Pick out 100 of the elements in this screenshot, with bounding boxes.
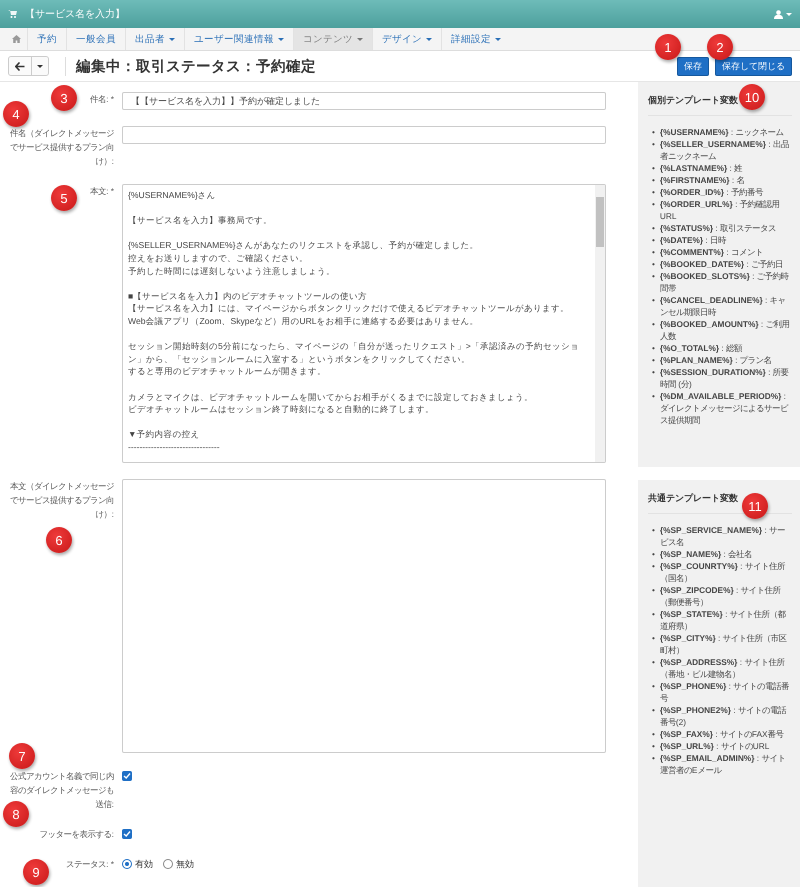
bullet: • [652, 560, 655, 573]
variable-item: {%PLAN_NAME%} : プラン名 [660, 354, 772, 366]
bullet: • [652, 584, 655, 597]
variable-item: {%SP_EMAIL_ADMIN%} : サイト運営者のEメール [660, 752, 786, 776]
text-line: Web会議アプリ（Zoom、Skypeなど）用のURLをお相手に連絡する必要はありません。 [128, 314, 480, 328]
text-area[interactable] [122, 184, 606, 463]
variable-item: {%SP_URL%} : サイトのURL [660, 740, 770, 752]
bullet: • [652, 138, 655, 151]
bullet: • [652, 656, 655, 669]
bullet: • [652, 354, 655, 366]
nav-item[interactable]: デザイン [372, 28, 441, 50]
bullet: • [652, 222, 655, 234]
nav-item[interactable]: 予約 [27, 28, 66, 50]
text-line: カメラとマイクは、ビデオチャットルームを開いてからお相手がくるまでに設定しておきましょう。 [128, 390, 534, 404]
field-label: ステータス: * [66, 858, 114, 871]
variable-item: {%SP_SERVICE_NAME%} : サービス名 [660, 524, 786, 548]
text-line: セッション開始時刻の5分前になったら、マイページの「自分が送ったリクエスト」>「承認済みの予約セッション」から、「セッションルームに入室する」というボタンをクリックしてください。 [128, 340, 580, 366]
text-line: 控えをお送りしますので、ご確認ください。 [128, 252, 309, 265]
back-button-group[interactable] [8, 56, 49, 76]
variable-item: {%BOOKED_AMOUNT%} : ご利用人数 [660, 318, 790, 342]
field-label: 本文（ダイレクトメッセージでサービス提供するプラン向け）: [9, 480, 114, 521]
bullet: • [652, 704, 655, 717]
bullet: • [652, 270, 655, 283]
nav-item[interactable]: 一般会員 [66, 28, 125, 50]
variable-item: {%USERNAME%} : ニックネーム [660, 126, 784, 138]
callout-badge: 4 [3, 101, 29, 127]
bullet: • [652, 174, 655, 186]
text-field[interactable]: 【【サービス名を入力】】予約が確定しました [122, 92, 606, 110]
bullet: • [652, 680, 655, 693]
callout-badge: 7 [9, 743, 35, 769]
bullet: • [652, 390, 655, 403]
checkbox[interactable] [122, 771, 132, 781]
radio-button[interactable] [122, 859, 132, 869]
bullet: • [652, 162, 655, 174]
callout-badge: 5 [51, 185, 77, 211]
nav-item[interactable]: 詳細設定 [441, 28, 510, 50]
home-icon[interactable] [12, 35, 21, 43]
cart-icon [8, 10, 17, 18]
variable-item: {%SELLER_USERNAME%} : 出品者ニックネーム [660, 138, 790, 162]
variable-item: {%LASTNAME%} : 姓 [660, 162, 742, 174]
bullet: • [652, 608, 655, 621]
variable-item: {%BOOKED_SLOTS%} : ご予約時間帯 [660, 270, 790, 294]
scrollbar-thumb[interactable] [596, 197, 604, 247]
bullet: • [652, 126, 655, 138]
text-line: ビデオチャットルームはセッション終了時刻になると自動的に終了します。 [128, 403, 435, 416]
nav-item[interactable]: コンテンツ [293, 28, 372, 50]
variable-item: {%SP_NAME%} : 会社名 [660, 548, 752, 560]
callout-badge: 6 [46, 527, 72, 553]
variable-item: {%DM_AVAILABLE_PERIOD%} : ダイレクトメッセージによるサービス提供期間 [660, 390, 790, 426]
callout-badge: 3 [51, 85, 77, 111]
text-line: {%USERNAME%}さん [128, 189, 217, 202]
bullet: • [652, 524, 655, 537]
bullet: • [652, 740, 655, 752]
variable-item: {%COMMENT%} : コメント [660, 246, 763, 258]
site-name[interactable]: 【サービス名を入力】 [25, 7, 125, 21]
bullet: • [652, 294, 655, 307]
bullet: • [652, 752, 655, 765]
radio-label: 有効 [135, 858, 153, 870]
text-line: 予約した時間には遅刻しないよう注意しましょう。 [128, 264, 336, 278]
bullet: • [652, 548, 655, 560]
nav-item[interactable]: 出品者 [125, 28, 184, 50]
bullet: • [652, 342, 655, 354]
radio-label: 無効 [176, 858, 194, 870]
radio-button[interactable] [163, 859, 173, 869]
save-button[interactable]: 保存して閉じる [715, 56, 792, 76]
bullet: • [652, 258, 655, 270]
save-button[interactable]: 保存 [677, 56, 709, 76]
variable-item: {%SP_PHONE2%} : サイトの電話番号(2) [660, 704, 788, 728]
variable-item: {%SP_COUNRTY%} : サイト住所（国名） [660, 560, 786, 584]
text-line: {%SELLER_USERNAME%}さんがあなたのリクエストを承認し、予約が確定しました。 [128, 239, 480, 252]
variable-item: {%FIRSTNAME%} : 名 [660, 174, 744, 186]
variable-item: {%BOOKED_DATE%} : ご予約日 [660, 258, 784, 270]
field-label: 件名: * [90, 93, 114, 106]
variable-item: {%SESSION_DURATION%} : 所要時間 (分) [660, 366, 790, 390]
text-line: ■【サービス名を入力】内のビデオチャットツールの使い方 [128, 290, 368, 302]
bullet: • [652, 318, 655, 331]
bullet: • [652, 366, 655, 379]
bullet: • [652, 186, 655, 198]
bullet: • [652, 234, 655, 246]
variable-item: {%O_TOTAL%} : 総額 [660, 342, 742, 354]
text-line: 【サービス名を入力】には、マイページからボタンクリックだけで使えるビデオチャットツールがあります。 [128, 302, 570, 315]
checkbox[interactable] [122, 829, 132, 839]
user-menu[interactable] [774, 10, 792, 18]
variable-item: {%SP_PHONE%} : サイトの電話番号 [660, 680, 790, 704]
bullet: • [652, 198, 655, 211]
text-field[interactable] [122, 126, 606, 144]
variable-item: {%ORDER_ID%} : 予約番号 [660, 186, 763, 198]
variable-item: {%SP_CITY%} : サイト住所（市区町村） [660, 632, 788, 656]
text-line: 【サービス名を入力】事務局です。 [128, 214, 273, 227]
variable-item: {%SP_ZIPCODE%} : サイト住所（郵便番号） [660, 584, 782, 608]
variable-item: {%CANCEL_DEADLINE%} : キャンセル期限日時 [660, 294, 787, 318]
bullet: • [652, 728, 655, 740]
text-line: -------------------------------- [128, 440, 221, 454]
variable-item: {%SP_ADDRESS%} : サイト住所（番地・ビル建物名） [660, 656, 786, 680]
back-arrow-icon[interactable] [15, 62, 25, 70]
bullet: • [652, 246, 655, 258]
caret-icon[interactable] [37, 64, 43, 68]
variable-item: {%SP_STATE%} : サイト住所（都道府県） [660, 608, 787, 632]
variable-item: {%SP_FAX%} : サイトのFAX番号 [660, 728, 784, 740]
field-label: 件名（ダイレクトメッセージでサービス提供するプラン向け）: [9, 127, 114, 168]
